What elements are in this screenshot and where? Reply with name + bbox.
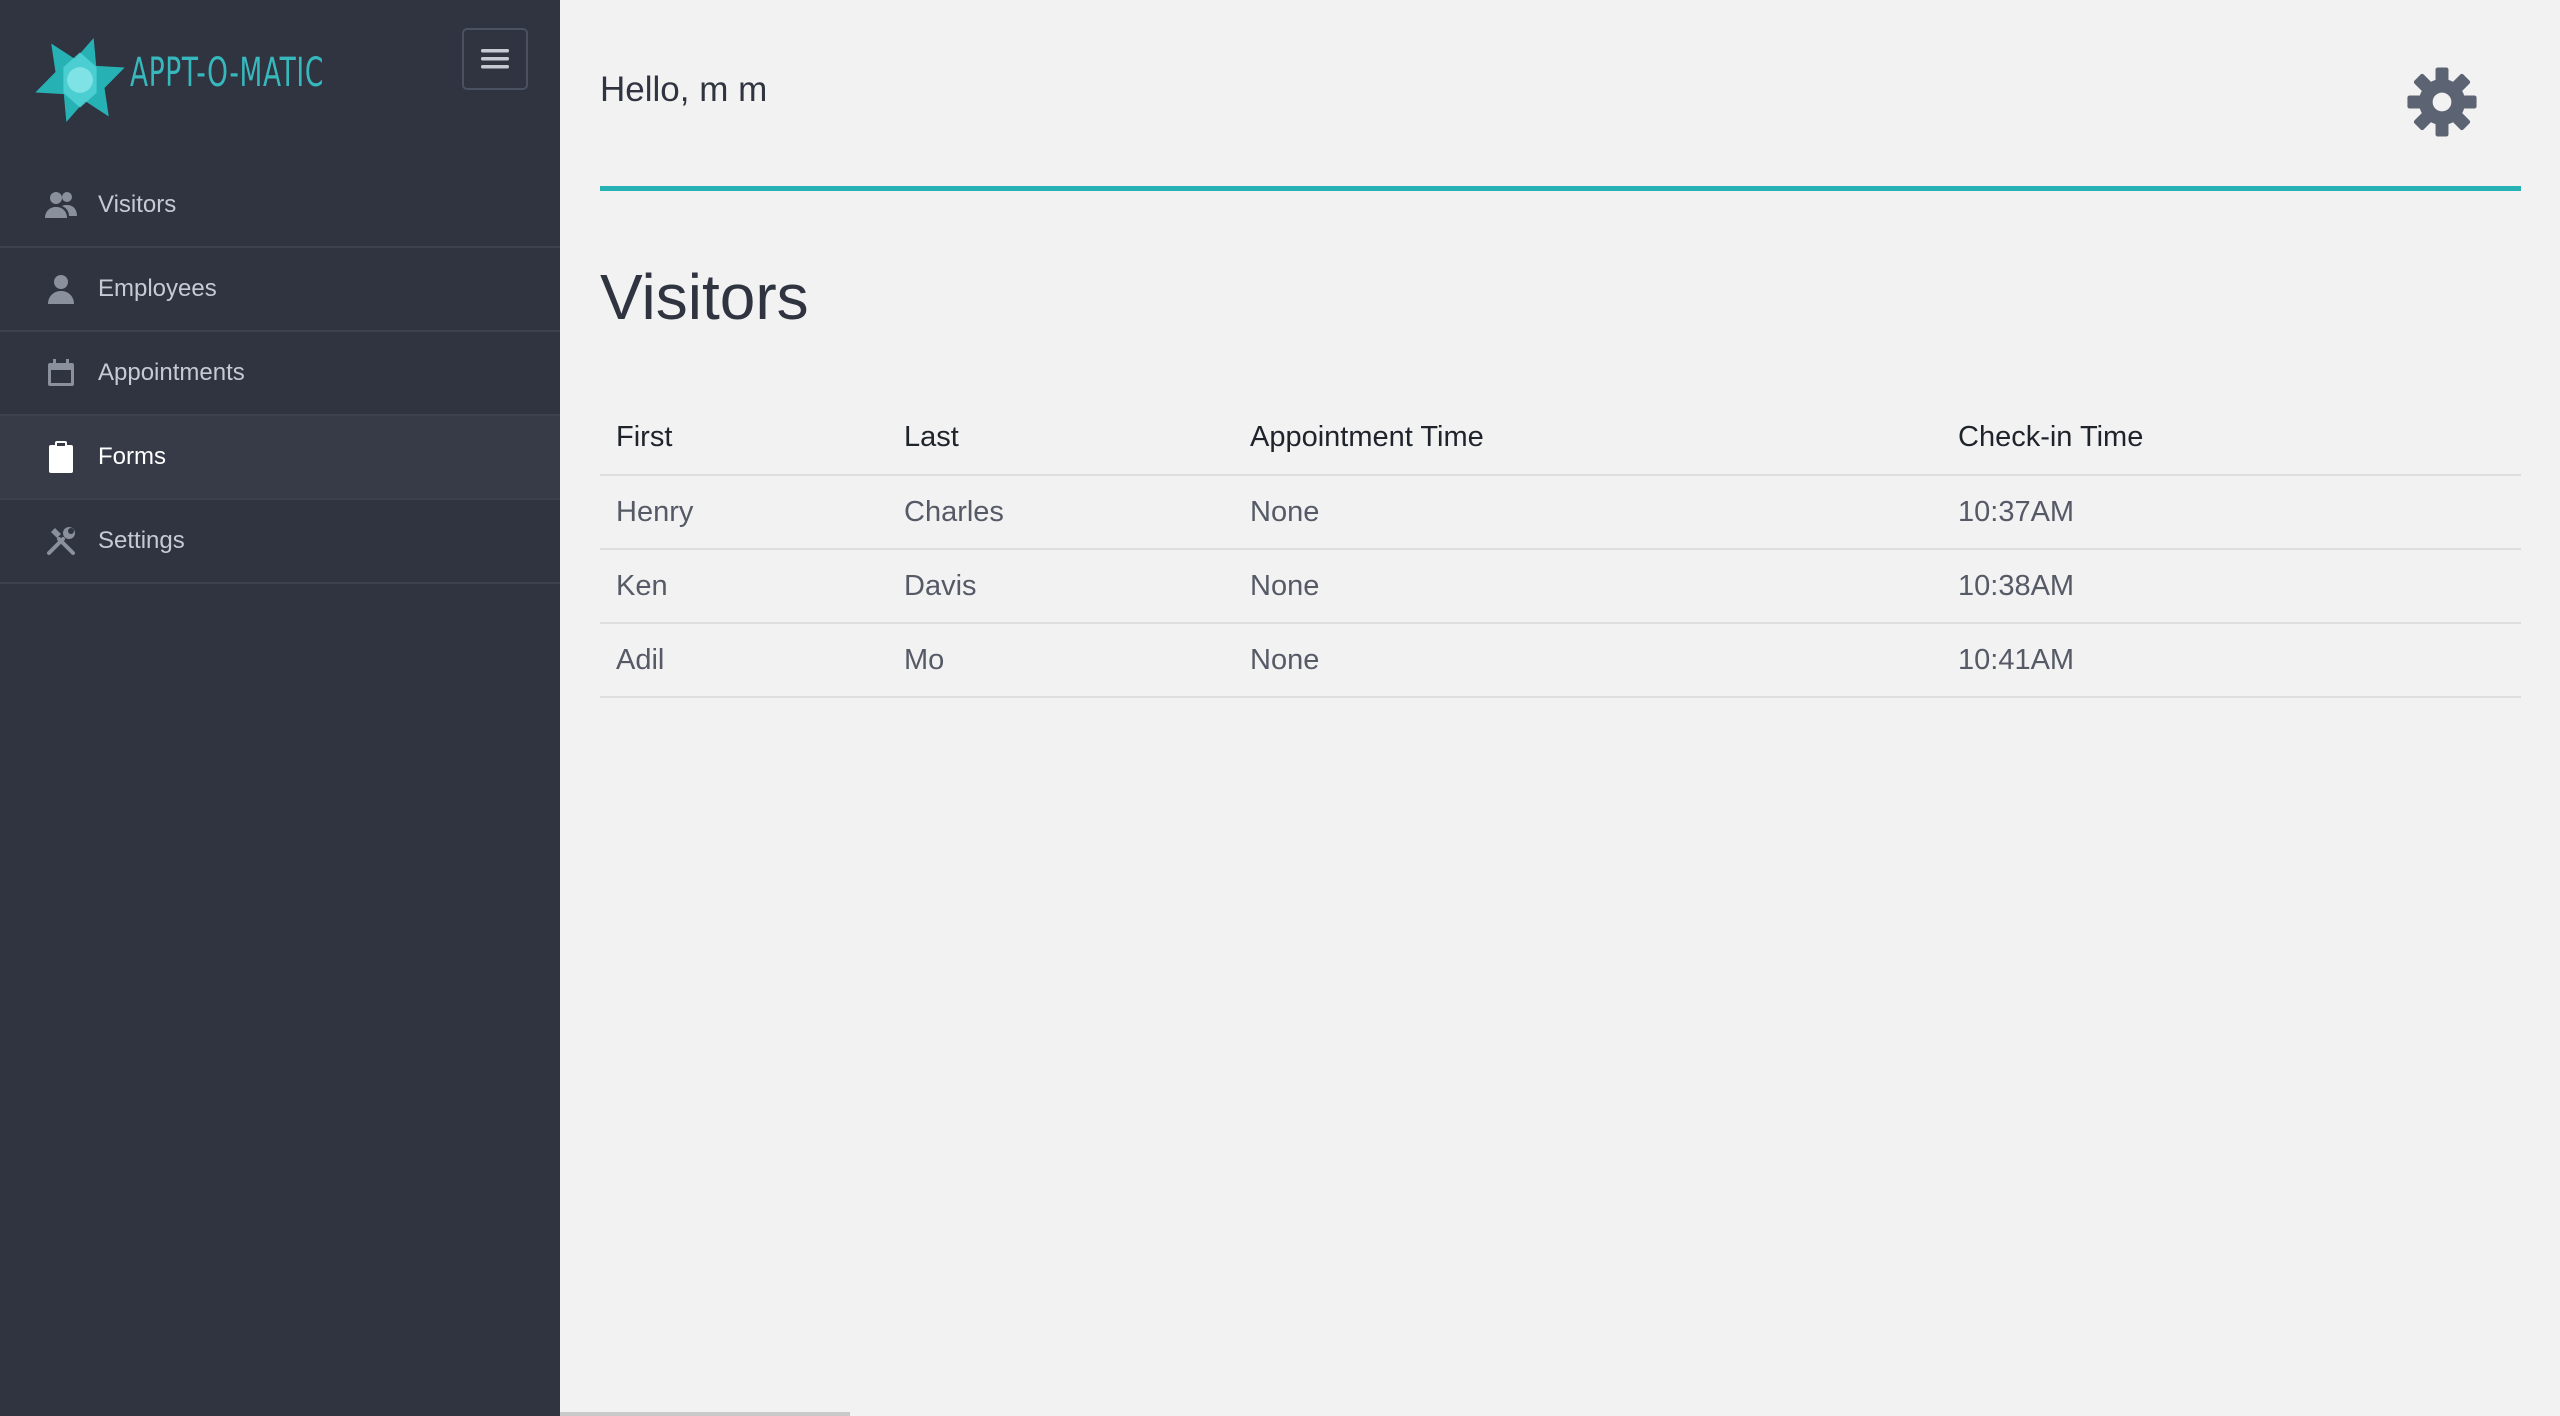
calendar-icon bbox=[44, 356, 78, 390]
column-header-check-in-time[interactable]: Check-in Time bbox=[1942, 400, 2521, 476]
app-root: APPT-O-MATIC Visitors Employees Appointm… bbox=[0, 0, 2560, 1416]
table-row[interactable]: Henry Charles None 10:37AM bbox=[600, 475, 2521, 550]
cell-appointment-time: None bbox=[1234, 475, 1942, 550]
table-row[interactable]: Adil Mo None 10:41AM bbox=[600, 623, 2521, 698]
main-content: Hello, m m Visitors First Last Appointme… bbox=[560, 0, 2560, 1416]
users-icon bbox=[44, 188, 78, 222]
brand: APPT-O-MATIC bbox=[0, 0, 560, 160]
table-row[interactable]: Ken Davis None 10:38AM bbox=[600, 549, 2521, 624]
gear-icon[interactable] bbox=[2406, 66, 2478, 138]
sidebar-nav: Visitors Employees Appointments Forms Se… bbox=[0, 164, 560, 584]
cell-check-in-time: 10:38AM bbox=[1942, 549, 2521, 624]
sidebar-item-employees[interactable]: Employees bbox=[0, 248, 560, 332]
cell-first-name: Henry bbox=[600, 475, 888, 550]
cell-check-in-time: 10:41AM bbox=[1942, 623, 2521, 698]
visitors-table: First Last Appointment Time Check-in Tim… bbox=[600, 400, 2521, 698]
sidebar-item-forms[interactable]: Forms bbox=[0, 416, 560, 500]
tools-icon bbox=[44, 524, 78, 558]
column-header-appointment-time[interactable]: Appointment Time bbox=[1234, 400, 1942, 476]
user-icon bbox=[44, 272, 78, 306]
cell-last-name: Davis bbox=[888, 549, 1234, 624]
sidebar-item-label: Appointments bbox=[98, 359, 245, 386]
column-header-first[interactable]: First bbox=[600, 400, 888, 476]
menu-toggle-button[interactable] bbox=[462, 28, 528, 90]
sidebar-item-label: Settings bbox=[98, 527, 185, 554]
cell-appointment-time: None bbox=[1234, 623, 1942, 698]
sidebar-item-settings[interactable]: Settings bbox=[0, 500, 560, 584]
header-divider bbox=[600, 186, 2521, 191]
clipboard-icon bbox=[44, 440, 78, 474]
hamburger-icon bbox=[481, 49, 509, 69]
sidebar: APPT-O-MATIC Visitors Employees Appointm… bbox=[0, 0, 560, 1416]
sidebar-item-appointments[interactable]: Appointments bbox=[0, 332, 560, 416]
page-title: Visitors bbox=[600, 261, 809, 333]
sidebar-item-visitors[interactable]: Visitors bbox=[0, 164, 560, 248]
sidebar-item-label: Employees bbox=[98, 275, 217, 302]
sidebar-item-label: Visitors bbox=[98, 191, 177, 218]
cell-check-in-time: 10:37AM bbox=[1942, 475, 2521, 550]
logo-icon bbox=[35, 38, 125, 122]
cell-last-name: Charles bbox=[888, 475, 1234, 550]
table-header-row: First Last Appointment Time Check-in Tim… bbox=[600, 400, 2521, 476]
cell-appointment-time: None bbox=[1234, 549, 1942, 624]
sidebar-item-label: Forms bbox=[98, 443, 166, 470]
horizontal-scrollbar[interactable] bbox=[560, 1412, 850, 1416]
greeting: Hello, m m bbox=[600, 70, 768, 109]
cell-first-name: Ken bbox=[600, 549, 888, 624]
cell-first-name: Adil bbox=[600, 623, 888, 698]
cell-last-name: Mo bbox=[888, 623, 1234, 698]
brand-name[interactable]: APPT-O-MATIC bbox=[130, 50, 324, 96]
column-header-last[interactable]: Last bbox=[888, 400, 1234, 476]
